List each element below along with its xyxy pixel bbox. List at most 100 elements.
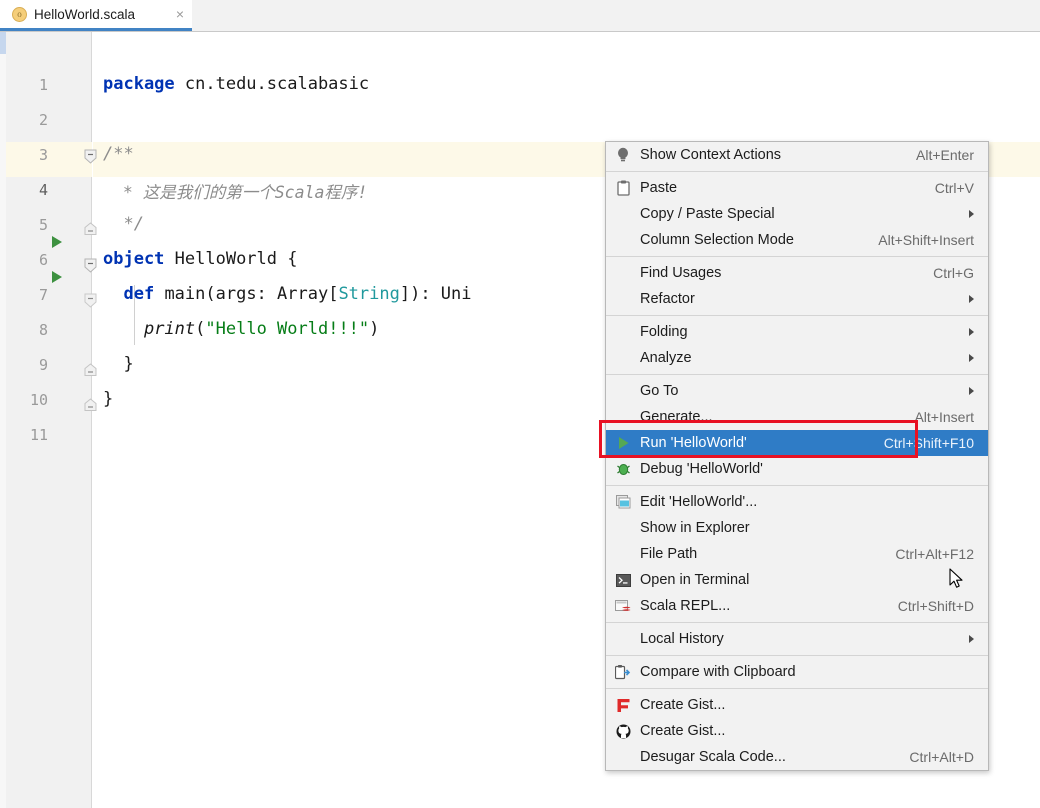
line-number: 5 [38, 216, 48, 234]
lightbulb-icon [614, 146, 632, 164]
submenu-arrow-icon [969, 210, 974, 218]
tab-helloworld-scala[interactable]: o HelloWorld.scala × [0, 0, 192, 31]
code-line-1: package cn.tedu.scalabasic [103, 74, 370, 94]
menu-item-refactor[interactable]: Refactor [606, 286, 988, 312]
menu-separator [606, 374, 988, 375]
menu-item-analyze[interactable]: Analyze [606, 345, 988, 371]
blank-icon [614, 519, 632, 537]
menu-item-label: Show Context Actions [640, 147, 782, 163]
clipboard-icon [614, 179, 632, 197]
line-number-current: 4 [38, 181, 48, 199]
blank-icon [614, 205, 632, 223]
menu-item-label: Paste [640, 180, 678, 196]
menu-item-desugar-scala-code[interactable]: Desugar Scala Code... Ctrl+Alt+D [606, 744, 988, 770]
menu-item-label: Copy / Paste Special [640, 206, 775, 222]
code-line-9: } [103, 354, 134, 374]
submenu-arrow-icon [969, 354, 974, 362]
run-icon [614, 434, 632, 452]
blank-icon [614, 408, 632, 426]
submenu-arrow-icon [969, 295, 974, 303]
submenu-arrow-icon [969, 328, 974, 336]
menu-item-accel: Alt+Insert [914, 409, 974, 425]
menu-item-copy-paste-special[interactable]: Copy / Paste Special [606, 201, 988, 227]
menu-separator [606, 485, 988, 486]
line-number: 9 [38, 356, 48, 374]
scala-repl-icon [614, 597, 632, 615]
menu-item-create-gist-gitlab[interactable]: Create Gist... [606, 692, 988, 718]
gitlab-icon [614, 696, 632, 714]
edit-config-icon [614, 493, 632, 511]
blank-icon [614, 545, 632, 563]
menu-item-label: Generate... [640, 409, 713, 425]
menu-item-edit-helloworld-config[interactable]: Edit 'HelloWorld'... [606, 489, 988, 515]
fold-marker-end-object[interactable] [84, 398, 97, 412]
blank-icon [614, 231, 632, 249]
code-line-10: } [103, 389, 114, 409]
menu-item-label: Local History [640, 631, 724, 647]
editor-tab-bar: o HelloWorld.scala × [0, 0, 1040, 32]
fold-marker-open-comment[interactable] [84, 149, 97, 164]
menu-item-accel: Alt+Enter [916, 147, 974, 163]
menu-separator [606, 655, 988, 656]
menu-item-label: Compare with Clipboard [640, 664, 796, 680]
blank-icon [614, 349, 632, 367]
menu-item-paste[interactable]: Paste Ctrl+V [606, 175, 988, 201]
menu-item-column-selection-mode[interactable]: Column Selection Mode Alt+Shift+Insert [606, 227, 988, 253]
menu-item-accel: Ctrl+Alt+D [909, 749, 974, 765]
code-line-8: print("Hello World!!!") [143, 319, 380, 339]
menu-item-compare-with-clipboard[interactable]: Compare with Clipboard [606, 659, 988, 685]
code-line-4: * 这是我们的第一个Scala程序! [103, 183, 368, 202]
menu-item-label: Column Selection Mode [640, 232, 794, 248]
fold-marker-open-method[interactable] [84, 293, 97, 308]
menu-separator [606, 315, 988, 316]
line-number: 8 [38, 321, 48, 339]
menu-item-generate[interactable]: Generate... Alt+Insert [606, 404, 988, 430]
menu-item-label: File Path [640, 546, 698, 562]
menu-item-go-to[interactable]: Go To [606, 378, 988, 404]
menu-separator [606, 688, 988, 689]
blank-icon [614, 290, 632, 308]
menu-item-accel: Alt+Shift+Insert [878, 232, 974, 248]
menu-item-label: Go To [640, 383, 679, 399]
fold-marker-end-comment[interactable] [84, 222, 97, 236]
menu-item-label: Folding [640, 324, 688, 340]
menu-item-run-helloworld[interactable]: Run 'HelloWorld' Ctrl+Shift+F10 [606, 430, 988, 456]
menu-item-local-history[interactable]: Local History [606, 626, 988, 652]
line-number: 3 [38, 146, 48, 164]
fold-marker-end-method[interactable] [84, 363, 97, 377]
menu-item-label: Show in Explorer [640, 520, 750, 536]
tab-label: HelloWorld.scala [34, 6, 136, 22]
menu-item-create-gist-github[interactable]: Create Gist... [606, 718, 988, 744]
scala-object-icon: o [12, 6, 27, 22]
run-gutter-icon-object[interactable] [52, 236, 62, 248]
code-line-3: /** [103, 144, 134, 164]
menu-item-debug-helloworld[interactable]: Debug 'HelloWorld' [606, 456, 988, 482]
run-gutter-icon-main[interactable] [52, 271, 62, 283]
code-line-7: def main(args: Array[String]): Uni [123, 284, 472, 304]
menu-item-show-context-actions[interactable]: Show Context Actions Alt+Enter [606, 142, 988, 168]
menu-item-scala-repl[interactable]: Scala REPL... Ctrl+Shift+D [606, 593, 988, 619]
fold-marker-open-object[interactable] [84, 258, 97, 273]
menu-item-label: Desugar Scala Code... [640, 749, 786, 765]
menu-item-label: Find Usages [640, 265, 722, 281]
menu-item-show-in-explorer[interactable]: Show in Explorer [606, 515, 988, 541]
menu-item-open-in-terminal[interactable]: Open in Terminal [606, 567, 988, 593]
menu-item-find-usages[interactable]: Find Usages Ctrl+G [606, 260, 988, 286]
menu-item-folding[interactable]: Folding [606, 319, 988, 345]
code-line-5: */ [103, 214, 144, 234]
menu-item-accel: Ctrl+Shift+D [897, 598, 974, 614]
menu-item-label: Refactor [640, 291, 695, 307]
line-number: 2 [38, 111, 48, 129]
line-number: 6 [38, 251, 48, 269]
line-number: 1 [38, 76, 48, 94]
menu-item-accel: Ctrl+Alt+F12 [895, 546, 974, 562]
menu-item-accel: Ctrl+V [934, 180, 974, 196]
menu-item-file-path[interactable]: File Path Ctrl+Alt+F12 [606, 541, 988, 567]
editor-context-menu[interactable]: Show Context Actions Alt+Enter Paste Ctr… [605, 141, 989, 771]
line-number: 7 [38, 286, 48, 304]
terminal-icon [614, 571, 632, 589]
menu-item-label: Create Gist... [640, 697, 726, 713]
menu-separator [606, 622, 988, 623]
submenu-arrow-icon [969, 635, 974, 643]
close-icon[interactable]: × [168, 7, 184, 21]
